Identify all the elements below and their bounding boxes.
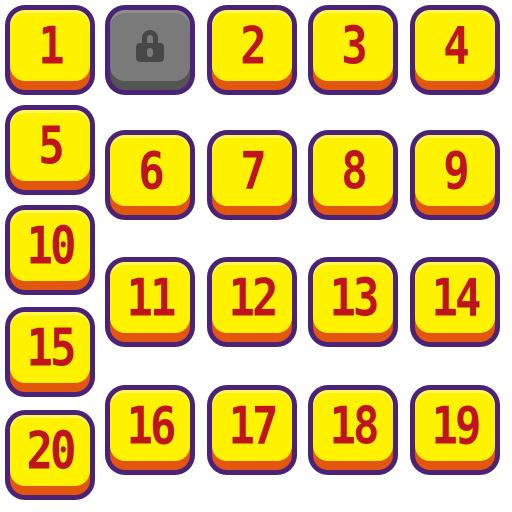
level-tile-8[interactable]: 8 xyxy=(308,130,398,220)
level-number: 8 xyxy=(341,140,367,201)
level-tile-15[interactable]: 15 xyxy=(5,307,95,397)
level-tile-11[interactable]: 11 xyxy=(105,257,195,347)
level-tile-20[interactable]: 20 xyxy=(5,410,95,500)
level-tile-9[interactable]: 9 xyxy=(410,130,500,220)
level-number: 13 xyxy=(329,267,380,328)
level-number: 16 xyxy=(126,395,177,456)
level-number: 15 xyxy=(26,317,77,378)
level-number: 1 xyxy=(38,15,64,77)
level-tile-17[interactable]: 17 xyxy=(207,385,297,475)
level-number: 18 xyxy=(329,395,380,456)
level-tile-3[interactable]: 3 xyxy=(308,5,398,95)
level-tile-14[interactable]: 14 xyxy=(410,257,500,347)
level-tile-10[interactable]: 10 xyxy=(5,205,95,295)
level-number: 3 xyxy=(341,15,367,77)
lock-icon xyxy=(136,29,164,62)
level-number: 9 xyxy=(443,140,469,201)
level-number: 12 xyxy=(228,267,279,328)
level-number: 6 xyxy=(138,140,164,201)
level-number: 19 xyxy=(431,395,482,456)
level-tile-4[interactable]: 4 xyxy=(410,5,500,95)
level-tile-18[interactable]: 18 xyxy=(308,385,398,475)
level-number: 11 xyxy=(126,267,177,328)
level-tile-12[interactable]: 12 xyxy=(207,257,297,347)
level-number: 2 xyxy=(240,15,266,77)
level-tile-5[interactable]: 5 xyxy=(5,105,95,195)
level-number: 17 xyxy=(228,395,279,456)
level-tile-2[interactable]: 2 xyxy=(207,5,297,95)
level-tile-13[interactable]: 13 xyxy=(308,257,398,347)
level-number: 4 xyxy=(443,15,469,77)
level-number: 14 xyxy=(431,267,482,328)
level-number: 7 xyxy=(240,140,266,201)
level-number: 20 xyxy=(26,420,77,481)
level-tile-locked[interactable] xyxy=(105,5,195,95)
level-tile-16[interactable]: 16 xyxy=(105,385,195,475)
level-number: 10 xyxy=(26,215,77,276)
level-number: 5 xyxy=(38,115,64,176)
level-tile-6[interactable]: 6 xyxy=(105,130,195,220)
level-select-grid: 1 2 3 4 5 10 15 20 6 7 8 9 11 12 13 14 1… xyxy=(0,0,512,512)
level-tile-7[interactable]: 7 xyxy=(207,130,297,220)
level-tile-19[interactable]: 19 xyxy=(410,385,500,475)
level-tile-1[interactable]: 1 xyxy=(5,5,95,95)
